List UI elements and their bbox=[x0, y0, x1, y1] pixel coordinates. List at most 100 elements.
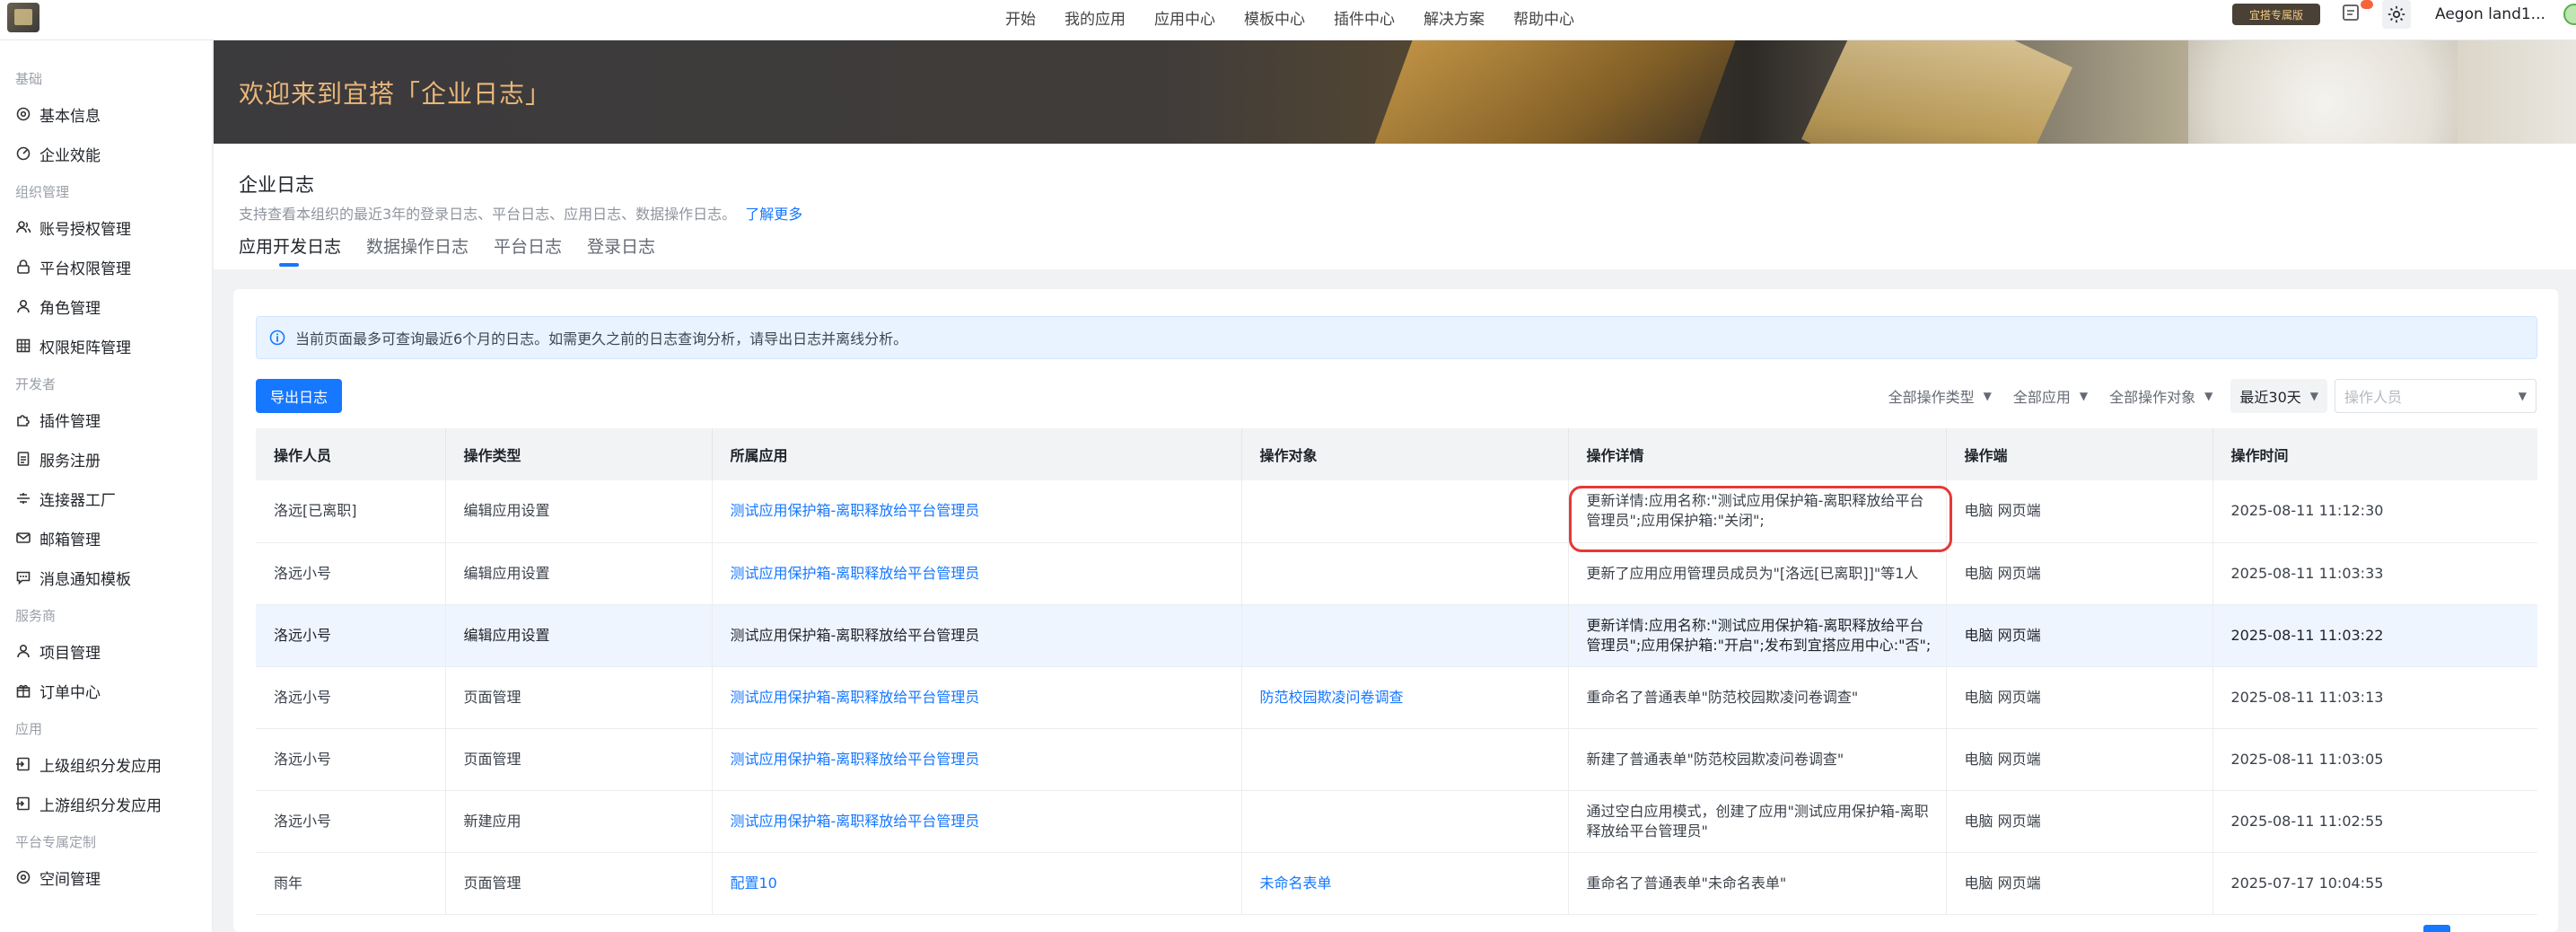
sidebar-item-orders[interactable]: 订单中心 bbox=[0, 671, 212, 710]
cell-object-link[interactable]: 防范校园欺凌问卷调查 bbox=[1241, 666, 1569, 729]
nav-start[interactable]: 开始 bbox=[1005, 6, 1036, 29]
sidebar-item-upstream-org-apps[interactable]: 上游组织分发应用 bbox=[0, 784, 212, 823]
banner-decoration bbox=[1801, 40, 2073, 144]
mail-icon bbox=[16, 532, 31, 543]
sidebar-item-label: 上级组织分发应用 bbox=[39, 757, 162, 776]
col-time[interactable]: 操作时间 bbox=[2212, 428, 2537, 480]
sidebar-item-label: 项目管理 bbox=[39, 644, 101, 663]
app-logo[interactable] bbox=[7, 3, 39, 32]
cell-object-link[interactable]: 未命名表单 bbox=[1241, 852, 1569, 915]
select-value: 全部操作对象 bbox=[2109, 389, 2196, 406]
cell-app-link[interactable]: 测试应用保护箱-离职释放给平台管理员 bbox=[712, 666, 1242, 729]
banner-title: 欢迎来到宜搭「企业日志」 bbox=[239, 79, 552, 109]
sidebar-item-projects[interactable]: 项目管理 bbox=[0, 631, 212, 671]
cell-client: 电脑 网页端 bbox=[1946, 604, 2213, 667]
app-select[interactable]: 全部应用 ▼ bbox=[2002, 379, 2098, 413]
learn-more-link[interactable]: 了解更多 bbox=[745, 206, 802, 223]
gear-icon bbox=[16, 870, 31, 884]
table-row[interactable]: 洛远小号 编辑应用设置 测试应用保护箱-离职释放给平台管理员 更新了应用应用管理… bbox=[256, 542, 2537, 605]
table-row[interactable]: 洛远小号 新建应用 测试应用保护箱-离职释放给平台管理员 通过空白应用模式，创建… bbox=[256, 790, 2537, 853]
sidebar-item-platform-permissions[interactable]: 平台权限管理 bbox=[0, 247, 212, 286]
sidebar-item-label: 角色管理 bbox=[39, 299, 101, 318]
cell-client: 电脑 网页端 bbox=[1946, 852, 2213, 915]
tab-platform-log[interactable]: 平台日志 bbox=[494, 233, 562, 266]
cell-time: 2025-07-17 10:04:55 bbox=[2212, 852, 2537, 915]
sidebar-item-plugins[interactable]: 插件管理 bbox=[0, 400, 212, 439]
cell-detail: 更新详情:应用名称:"测试应用保护箱-离职释放给平台管理员";应用保护箱:"开启… bbox=[1568, 604, 1947, 667]
sidebar-item-connector-factory[interactable]: 连接器工厂 bbox=[0, 479, 212, 518]
cell-operation-type: 页面管理 bbox=[445, 666, 713, 729]
cell-app-link[interactable]: 测试应用保护箱-离职释放给平台管理员 bbox=[712, 480, 1242, 543]
table-row[interactable]: 洛远小号 页面管理 测试应用保护箱-离职释放给平台管理员 防范校园欺凌问卷调查 … bbox=[256, 666, 2537, 729]
sidebar-item-efficiency[interactable]: 企业效能 bbox=[0, 134, 212, 173]
sidebar-item-account-auth[interactable]: 账号授权管理 bbox=[0, 207, 212, 247]
nav-plugin-center[interactable]: 插件中心 bbox=[1334, 6, 1395, 29]
col-operation-type[interactable]: 操作类型 bbox=[445, 428, 713, 480]
chevron-down-icon: ▼ bbox=[2309, 390, 2318, 402]
gear-icon bbox=[2388, 5, 2405, 23]
nav-my-apps[interactable]: 我的应用 bbox=[1065, 6, 1126, 29]
sidebar-item-label: 平台权限管理 bbox=[39, 259, 131, 278]
operator-select[interactable]: 操作人员 ▼ bbox=[2335, 379, 2537, 413]
col-operator[interactable]: 操作人员 bbox=[256, 428, 446, 480]
col-client[interactable]: 操作端 bbox=[1946, 428, 2213, 480]
sidebar-item-mailbox[interactable]: 邮箱管理 bbox=[0, 518, 212, 558]
sidebar-item-permission-matrix[interactable]: 权限矩阵管理 bbox=[0, 326, 212, 365]
sidebar-item-message-template[interactable]: 消息通知模板 bbox=[0, 558, 212, 597]
table-row[interactable]: 洛远[已离职] 编辑应用设置 测试应用保护箱-离职释放给平台管理员 更新详情:应… bbox=[256, 480, 2537, 543]
nav-template-center[interactable]: 模板中心 bbox=[1244, 6, 1305, 29]
avatar[interactable] bbox=[2563, 4, 2576, 25]
cell-operator: 洛远小号 bbox=[256, 728, 446, 791]
operation-object-select[interactable]: 全部操作对象 ▼ bbox=[2098, 379, 2223, 413]
cell-operation-type: 编辑应用设置 bbox=[445, 480, 713, 543]
doc-icon bbox=[17, 452, 30, 466]
cell-operation-type: 编辑应用设置 bbox=[445, 604, 713, 667]
tab-data-op-log[interactable]: 数据操作日志 bbox=[366, 233, 469, 266]
cell-app-link[interactable]: 测试应用保护箱-离职释放给平台管理员 bbox=[712, 604, 1242, 667]
cell-object bbox=[1241, 728, 1569, 791]
pagination-button[interactable] bbox=[2423, 925, 2450, 932]
sidebar-item-upper-org-apps[interactable]: 上级组织分发应用 bbox=[0, 744, 212, 784]
nav-app-center[interactable]: 应用中心 bbox=[1154, 6, 1215, 29]
table-row[interactable]: 雨年 页面管理 配置10 未命名表单 重命名了普通表单"未命名表单" 电脑 网页… bbox=[256, 852, 2537, 915]
col-object[interactable]: 操作对象 bbox=[1241, 428, 1569, 480]
select-value: 全部应用 bbox=[2012, 389, 2071, 406]
cell-time: 2025-08-11 11:03:05 bbox=[2212, 728, 2537, 791]
sidebar-group-platform-custom: 平台专属定制 bbox=[15, 834, 97, 850]
cell-operator: 洛远小号 bbox=[256, 790, 446, 853]
sidebar-item-roles[interactable]: 角色管理 bbox=[0, 286, 212, 326]
gift-icon bbox=[16, 684, 31, 698]
sidebar-item-service-registry[interactable]: 服务注册 bbox=[0, 439, 212, 479]
col-detail[interactable]: 操作详情 bbox=[1568, 428, 1947, 480]
tab-app-dev-log[interactable]: 应用开发日志 bbox=[239, 233, 341, 267]
cell-app-link[interactable]: 测试应用保护箱-离职释放给平台管理员 bbox=[712, 790, 1242, 853]
sidebar-item-label: 邮箱管理 bbox=[39, 531, 101, 550]
cell-app-link[interactable]: 测试应用保护箱-离职释放给平台管理员 bbox=[712, 542, 1242, 605]
sidebar-item-space-management[interactable]: 空间管理 bbox=[0, 857, 212, 897]
exclusive-edition-badge[interactable]: 宜搭专属版 bbox=[2232, 4, 2320, 25]
top-nav: 开始 我的应用 应用中心 模板中心 插件中心 解决方案 帮助中心 bbox=[1005, 0, 1574, 34]
plugin-icon bbox=[17, 415, 30, 426]
export-log-button[interactable]: 导出日志 bbox=[256, 379, 342, 413]
col-app[interactable]: 所属应用 bbox=[712, 428, 1242, 480]
cell-client: 电脑 网页端 bbox=[1946, 666, 2213, 729]
date-range-select[interactable]: 最近30天 ▼ bbox=[2230, 379, 2327, 413]
nav-help-center[interactable]: 帮助中心 bbox=[1513, 6, 1574, 29]
nav-solutions[interactable]: 解决方案 bbox=[1424, 6, 1485, 29]
operation-type-select[interactable]: 全部操作类型 ▼ bbox=[1878, 379, 2002, 413]
sidebar-group-provider: 服务商 bbox=[15, 608, 57, 624]
table-row[interactable]: 洛远小号 页面管理 测试应用保护箱-离职释放给平台管理员 新建了普通表单"防范校… bbox=[256, 728, 2537, 791]
sidebar-item-basic-info[interactable]: 基本信息 bbox=[0, 94, 212, 134]
user-name[interactable]: Aegon land1... bbox=[2435, 5, 2545, 23]
message-icon[interactable] bbox=[2341, 3, 2361, 24]
cell-app-link[interactable]: 配置10 bbox=[712, 852, 1242, 915]
settings-button[interactable] bbox=[2382, 0, 2411, 29]
cell-detail: 更新了应用应用管理员成员为"[洛远[已离职]]"等1人 bbox=[1568, 542, 1947, 605]
tab-login-log[interactable]: 登录日志 bbox=[587, 233, 655, 266]
chart-icon bbox=[16, 146, 31, 161]
grid-icon bbox=[16, 339, 31, 353]
table-row[interactable]: 洛远小号 编辑应用设置 测试应用保护箱-离职释放给平台管理员 更新详情:应用名称… bbox=[256, 604, 2537, 667]
cell-app-link[interactable]: 测试应用保护箱-离职释放给平台管理员 bbox=[712, 728, 1242, 791]
sidebar-group-org: 组织管理 bbox=[15, 184, 70, 200]
detail-text: 重命名了普通表单"防范校园欺凌问卷调查" bbox=[1586, 688, 1859, 706]
